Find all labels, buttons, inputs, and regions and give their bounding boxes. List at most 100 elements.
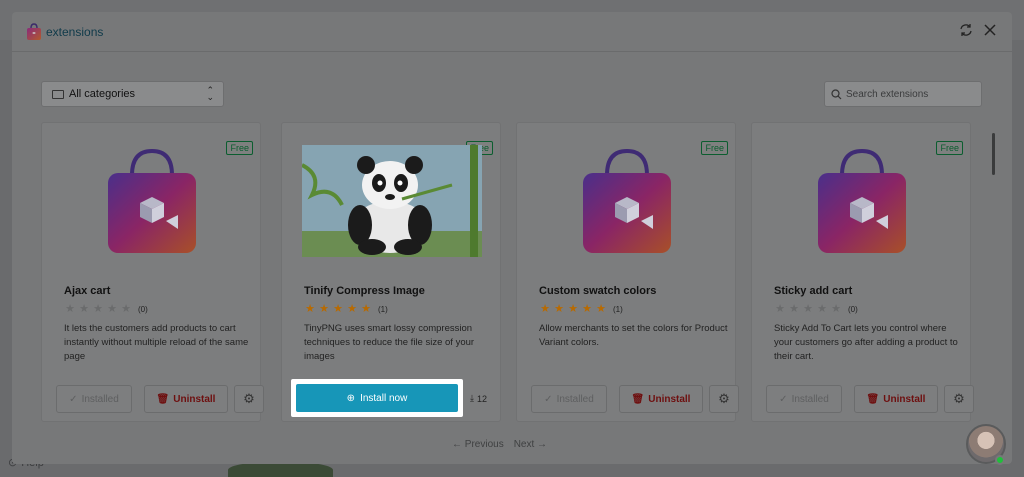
rating-count: (0): [138, 304, 148, 314]
check-circle-icon: ✓: [69, 393, 78, 405]
star-icon: ★: [121, 303, 131, 315]
gear-icon: ⚙: [718, 391, 730, 406]
extensions-grid: Free Ajax cart ★ ★ ★ ★ ★ (0) It lets the…: [41, 122, 981, 432]
star-icon: ★: [554, 303, 564, 315]
extension-image: [537, 145, 717, 257]
star-icon: ★: [789, 303, 799, 315]
arrow-right-icon: →: [537, 439, 548, 450]
rating-stars: ★ ★ ★ ★ ★ (0): [774, 303, 858, 315]
installed-button[interactable]: ✓ Installed: [531, 385, 607, 413]
star-icon: ★: [540, 303, 550, 315]
refresh-button[interactable]: [957, 23, 975, 41]
rating-stars: ★ ★ ★ ★ ★ (1): [539, 303, 623, 315]
extensions-modal: extensions All categories ⌃⌄ Free: [12, 12, 1012, 464]
arrow-left-icon: ←: [452, 439, 462, 450]
download-icon: ⤓: [470, 393, 474, 403]
installed-button[interactable]: ✓ Installed: [56, 385, 132, 413]
extension-card-tinify: Free: [281, 122, 501, 422]
extension-image: [772, 145, 952, 257]
uninstall-button[interactable]: 🗑 Uninstall: [854, 385, 938, 413]
settings-button[interactable]: ⚙: [944, 385, 974, 413]
installed-label: Installed: [556, 393, 594, 405]
next-label: Next: [513, 439, 535, 450]
extension-image: [302, 145, 482, 257]
extension-card-custom-swatch: Free Custom swatch colors ★ ★ ★ ★ ★ (1) …: [516, 122, 739, 422]
chevron-updown-icon: ⌃ ⌄: [206, 85, 214, 102]
star-icon: ★: [361, 303, 371, 315]
check-circle-icon: ✓: [779, 393, 788, 405]
extension-name: Sticky add cart: [774, 285, 853, 297]
close-icon: [984, 24, 996, 36]
settings-button[interactable]: ⚙: [234, 385, 264, 413]
extension-description: Allow merchants to set the colors for Pr…: [539, 323, 728, 348]
uninstall-label: Uninstall: [648, 393, 691, 405]
previous-label: Previous: [464, 439, 504, 450]
rating-stars: ★ ★ ★ ★ ★ (1): [304, 303, 388, 315]
folder-icon: [52, 89, 64, 99]
star-icon: ★: [831, 303, 841, 315]
panda-illustration: [302, 145, 482, 257]
installed-button[interactable]: ✓ Installed: [766, 385, 842, 413]
close-button[interactable]: [981, 23, 999, 41]
modal-title: extensions: [46, 25, 104, 39]
trash-icon: 🗑: [631, 393, 645, 405]
next-button[interactable]: Next →: [514, 439, 547, 450]
extension-card-sticky-add-cart: Free Sticky add cart ★ ★ ★ ★ ★ (0) Stick…: [751, 122, 974, 422]
star-icon: ★: [582, 303, 592, 315]
installed-label: Installed: [791, 393, 829, 405]
star-icon: ★: [817, 303, 827, 315]
category-select-value: All categories: [69, 88, 136, 100]
star-icon: ★: [568, 303, 578, 315]
star-icon: ★: [775, 303, 785, 315]
star-icon: ★: [347, 303, 357, 315]
extension-name: Ajax cart: [64, 285, 111, 297]
shop-bag-logo-icon: [583, 148, 671, 253]
uninstall-label: Uninstall: [173, 393, 216, 405]
star-icon: ★: [93, 303, 103, 315]
star-icon: ★: [305, 303, 315, 315]
refresh-icon: [960, 24, 972, 36]
extension-description: It lets the customers add products to ca…: [64, 323, 249, 362]
extension-name: Custom swatch colors: [539, 285, 657, 297]
gear-icon: ⚙: [243, 391, 255, 406]
extensions-logo-icon: [27, 23, 41, 40]
extension-image: [62, 145, 242, 257]
trash-icon: 🗑: [156, 393, 170, 405]
rating-stars: ★ ★ ★ ★ ★ (0): [64, 303, 148, 315]
extension-card-ajax-cart: Free Ajax cart ★ ★ ★ ★ ★ (0) It lets the…: [41, 122, 264, 422]
gear-icon: ⚙: [953, 391, 965, 406]
rating-count: (1): [378, 304, 388, 314]
star-icon: ★: [107, 303, 117, 315]
settings-button[interactable]: ⚙: [709, 385, 739, 413]
install-now-button[interactable]: ⊕ Install now: [296, 384, 458, 412]
extension-description: Sticky Add To Cart lets you control wher…: [774, 323, 958, 362]
background-plant-image: [228, 462, 333, 477]
download-count-value: 12: [476, 393, 487, 404]
uninstall-button[interactable]: 🗑 Uninstall: [144, 385, 228, 413]
search-box[interactable]: [824, 81, 982, 107]
rating-count: (0): [848, 304, 858, 314]
uninstall-label: Uninstall: [883, 393, 926, 405]
previous-button[interactable]: ← Previous: [452, 439, 504, 450]
search-input[interactable]: [846, 88, 976, 100]
installed-label: Installed: [81, 393, 119, 405]
online-status-indicator: [995, 455, 1005, 465]
uninstall-button[interactable]: 🗑 Uninstall: [619, 385, 703, 413]
plus-circle-icon: ⊕: [346, 392, 356, 404]
star-icon: ★: [319, 303, 329, 315]
check-circle-icon: ✓: [544, 393, 553, 405]
shop-bag-logo-icon: [108, 148, 196, 253]
trash-icon: 🗑: [866, 393, 880, 405]
star-icon: ★: [803, 303, 813, 315]
modal-header: extensions: [12, 12, 1012, 52]
install-now-label: Install now: [360, 392, 408, 404]
scrollbar[interactable]: [992, 133, 995, 175]
category-select[interactable]: All categories ⌃ ⌄: [41, 81, 224, 107]
star-icon: ★: [79, 303, 89, 315]
search-icon: [831, 88, 842, 99]
rating-count: (1): [613, 304, 623, 314]
shop-bag-logo-icon: [818, 148, 906, 253]
extension-description: TinyPNG uses smart lossy compression tec…: [304, 323, 475, 362]
pagination: ← Previous Next →: [452, 439, 547, 450]
extension-name: Tinify Compress Image: [304, 285, 425, 297]
